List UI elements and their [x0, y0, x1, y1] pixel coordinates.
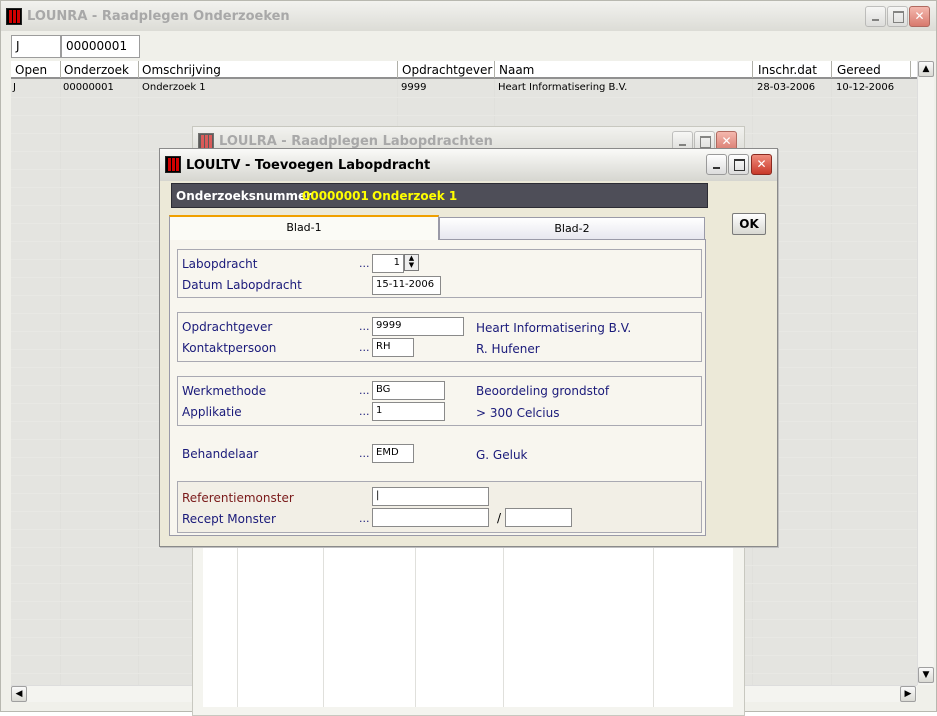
column-header-onderzoek[interactable]: Onderzoek	[64, 63, 129, 77]
applikatie-label: Applikatie	[182, 405, 242, 419]
column-header-omschrijving[interactable]: Omschrijving	[142, 63, 221, 77]
behandelaar-input[interactable]: EMD	[372, 444, 414, 463]
opdrachtgever-lookup-dots[interactable]: ...	[359, 320, 370, 333]
applikatie-lookup-dots[interactable]: ...	[359, 405, 370, 418]
toevoegen-labopdracht-dialog: LOULTV - Toevoegen Labopdracht ✕ Onderzo…	[159, 148, 778, 547]
tab-blad-2[interactable]: Blad-2	[439, 217, 705, 240]
recept-monster-input-2[interactable]	[505, 508, 572, 527]
labopdracht-label: Labopdracht	[182, 257, 258, 271]
werkmethode-description: Beoordeling grondstof	[476, 384, 610, 398]
recept-separator: /	[497, 511, 502, 525]
onderzoeksnummer-banner: Onderzoeksnummer 00000001 Onderzoek 1	[171, 183, 708, 208]
column-header-opdrachtgever[interactable]: Opdrachtgever	[402, 63, 492, 77]
werkmethode-input[interactable]: BG	[372, 381, 445, 400]
tab-panel-blad-1: Labopdracht ... 1 ▲ ▼ Datum Labopdracht …	[169, 239, 706, 536]
referentiemonster-input[interactable]: |	[372, 487, 489, 506]
dialog-title: LOULTV - Toevoegen Labopdracht	[186, 158, 431, 173]
kontaktpersoon-label: Kontaktpersoon	[182, 341, 277, 355]
scroll-left-arrow-icon[interactable]: ◀	[11, 686, 27, 702]
recept-monster-lookup-dots[interactable]: ...	[359, 512, 370, 525]
labopdracht-lookup-dots[interactable]: ...	[359, 257, 370, 270]
werkmethode-group: Werkmethode ... BG Beoordeling grondstof…	[177, 376, 702, 426]
labopdrachten-title: LOULRA - Raadplegen Labopdrachten	[219, 134, 493, 149]
dialog-minimize-button[interactable]	[706, 154, 727, 175]
onderzoeksnummer-label: Onderzoeksnummer	[176, 189, 313, 203]
filter-open-field[interactable]: J	[11, 35, 61, 58]
cell-onderzoek: 00000001	[63, 82, 114, 93]
labopdracht-input[interactable]: 1	[372, 254, 404, 273]
column-header-gereed[interactable]: Gereed	[837, 63, 881, 77]
cell-omschrijving: Onderzoek 1	[142, 82, 206, 93]
onderzoek-name: Onderzoek 1	[372, 189, 458, 203]
cell-naam: Heart Informatisering B.V.	[498, 82, 628, 93]
ok-button[interactable]: OK	[732, 213, 766, 235]
behandelaar-description: G. Geluk	[476, 448, 528, 462]
cell-gereed: 10-12-2006	[836, 82, 895, 93]
opdrachtgever-group: Opdrachtgever ... 9999 Heart Informatise…	[177, 312, 702, 362]
grid-header: Open Onderzoek Omschrijving Opdrachtgeve…	[11, 61, 917, 79]
cell-open: J	[13, 82, 16, 93]
labopdracht-spinner[interactable]: ▲ ▼	[404, 254, 419, 271]
kontaktpersoon-description: R. Hufener	[476, 342, 540, 356]
app-icon	[165, 156, 181, 173]
behandelaar-label: Behandelaar	[182, 447, 259, 461]
main-maximize-button[interactable]	[887, 6, 908, 27]
datum-labopdracht-input[interactable]: 15-11-2006	[372, 276, 441, 295]
scroll-down-arrow-icon[interactable]: ▼	[918, 667, 934, 683]
vertical-scrollbar[interactable]: ▲ ▼	[917, 61, 934, 685]
filter-onderzoek-field[interactable]: 00000001	[61, 35, 140, 58]
app-icon	[6, 8, 22, 25]
werkmethode-lookup-dots[interactable]: ...	[359, 384, 370, 397]
scroll-right-arrow-icon[interactable]: ▶	[900, 686, 916, 702]
scroll-up-arrow-icon[interactable]: ▲	[918, 61, 934, 77]
tab-blad-1[interactable]: Blad-1	[169, 215, 439, 240]
applikatie-input[interactable]: 1	[372, 402, 445, 421]
main-close-button[interactable]: ✕	[909, 6, 930, 27]
spinner-down-icon[interactable]: ▼	[405, 262, 418, 269]
labopdracht-group: Labopdracht ... 1 ▲ ▼ Datum Labopdracht …	[177, 249, 702, 298]
referentiemonster-label: Referentiemonster	[182, 491, 294, 505]
cell-inschr-dat: 28-03-2006	[757, 82, 816, 93]
opdrachtgever-input[interactable]: 9999	[372, 317, 464, 336]
kontaktpersoon-input[interactable]: RH	[372, 338, 414, 357]
main-window-title: LOUNRA - Raadplegen Onderzoeken	[27, 9, 290, 24]
cell-opdrachtgever: 9999	[401, 82, 427, 93]
column-header-inschr-dat[interactable]: Inschr.dat	[758, 63, 817, 77]
recept-monster-label: Recept Monster	[182, 512, 276, 526]
opdrachtgever-label: Opdrachtgever	[182, 320, 273, 334]
opdrachtgever-description: Heart Informatisering B.V.	[476, 321, 632, 335]
behandelaar-lookup-dots[interactable]: ...	[359, 447, 370, 460]
dialog-maximize-button[interactable]	[728, 154, 749, 175]
kontaktpersoon-lookup-dots[interactable]: ...	[359, 341, 370, 354]
main-minimize-button[interactable]	[865, 6, 886, 27]
column-header-open[interactable]: Open	[15, 63, 47, 77]
datum-labopdracht-label: Datum Labopdracht	[182, 278, 302, 292]
werkmethode-label: Werkmethode	[182, 384, 267, 398]
applikatie-description: > 300 Celcius	[476, 406, 560, 420]
dialog-close-button[interactable]: ✕	[751, 154, 772, 175]
main-titlebar[interactable]: LOUNRA - Raadplegen Onderzoeken ✕	[1, 1, 936, 31]
onderzoeksnummer-value: 00000001	[302, 189, 369, 203]
column-header-naam[interactable]: Naam	[499, 63, 534, 77]
recept-monster-input[interactable]	[372, 508, 489, 527]
dialog-titlebar[interactable]: LOULTV - Toevoegen Labopdracht ✕	[160, 149, 777, 181]
monster-group: Referentiemonster | Recept Monster ... /	[177, 481, 702, 533]
